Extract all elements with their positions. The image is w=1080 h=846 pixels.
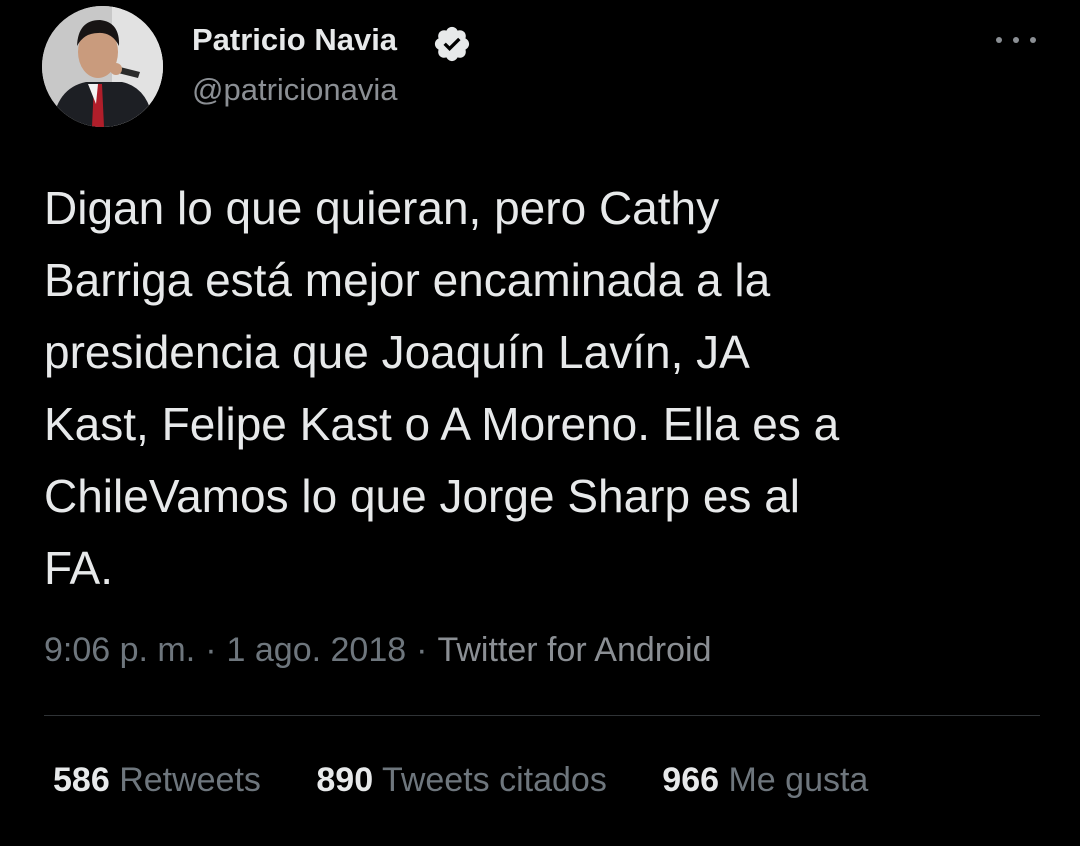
- quote-tweets-stat[interactable]: 890 Tweets citados: [316, 758, 606, 802]
- meta-separator: ·: [205, 631, 217, 669]
- avatar-photo-icon: [42, 6, 163, 127]
- likes-label: Me gusta: [728, 761, 869, 799]
- meta-separator: ·: [416, 631, 428, 669]
- user-handle[interactable]: @patricionavia: [192, 70, 398, 110]
- likes-stat[interactable]: 966 Me gusta: [662, 758, 868, 802]
- retweets-count: 586: [53, 761, 110, 799]
- tweet-source[interactable]: Twitter for Android: [437, 631, 711, 669]
- more-dot: [996, 37, 1002, 43]
- tweet-metadata: 9:06 p. m. · 1 ago. 2018 · Twitter for Andro…: [44, 628, 712, 672]
- quote-tweets-label: Tweets citados: [381, 761, 607, 799]
- avatar[interactable]: [42, 6, 163, 127]
- likes-count: 966: [662, 761, 720, 799]
- retweets-stat[interactable]: 586 Retweets: [53, 758, 261, 802]
- display-name[interactable]: Patricio Navia: [192, 20, 397, 60]
- more-dot: [1013, 37, 1019, 43]
- quote-tweets-count: 890: [316, 761, 374, 799]
- more-options-icon[interactable]: [996, 26, 1036, 54]
- divider: [44, 715, 1040, 716]
- verified-badge-icon: [434, 26, 470, 62]
- retweets-label: Retweets: [119, 761, 261, 799]
- tweet-time[interactable]: 9:06 p. m.: [44, 631, 195, 669]
- tweet-date[interactable]: 1 ago. 2018: [227, 631, 407, 669]
- tweet-text: Digan lo que quieran, pero Cathy Barriga…: [44, 182, 840, 594]
- more-dot: [1030, 37, 1036, 43]
- engagement-stats: 586 Retweets 890 Tweets citados 966 Me g…: [53, 758, 914, 802]
